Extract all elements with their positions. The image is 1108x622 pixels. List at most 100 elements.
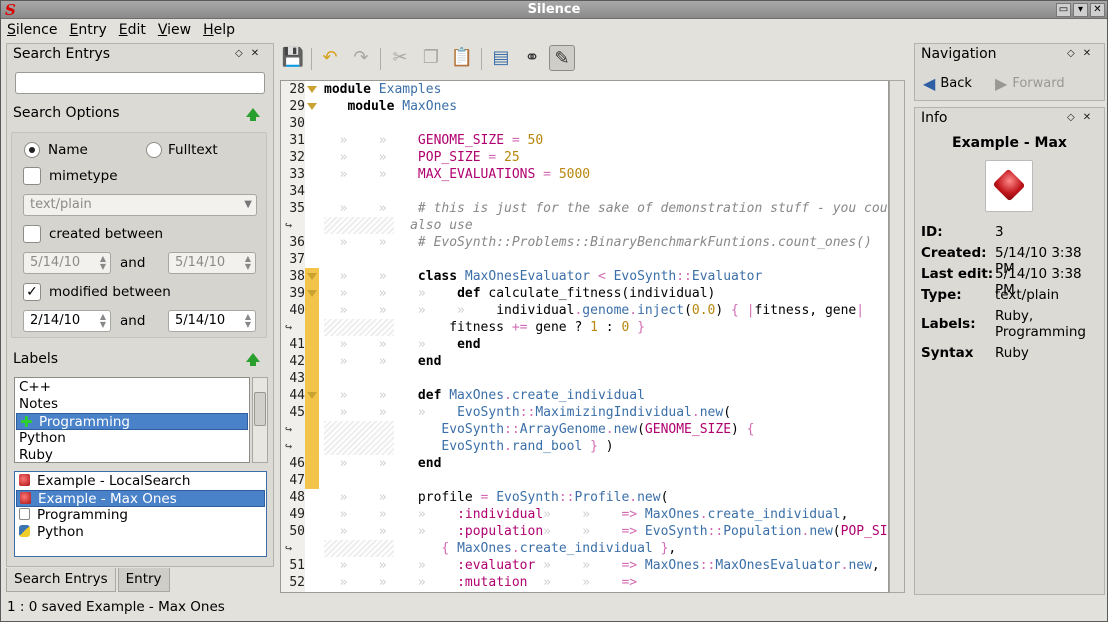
tab-entry[interactable]: Entry — [117, 568, 170, 592]
collapse-labels-icon[interactable] — [246, 353, 260, 366]
code-line[interactable]: » » » » individual.genome.inject(0.0) { … — [324, 303, 864, 318]
mimetype-checkbox[interactable] — [23, 167, 41, 185]
created-from-date[interactable]: 5/14/10 ▲ ▼ — [23, 252, 111, 274]
document-icon[interactable]: ▤ — [488, 45, 514, 71]
line-number: 47 — [289, 473, 305, 488]
list-item[interactable]: Notes — [16, 396, 248, 413]
info-value: Ruby, Programming — [995, 308, 1086, 340]
binoculars-icon[interactable]: ⚭ — [519, 45, 545, 71]
list-item[interactable]: Programming — [16, 507, 265, 524]
code-line[interactable]: » » » :individual» » => MaxOnes.create_i… — [324, 507, 849, 522]
undo-icon[interactable]: ↶ — [317, 45, 343, 71]
code-line[interactable]: » » GENOME_SIZE = 50 — [324, 133, 544, 148]
close-panel-icon[interactable]: ✕ — [251, 48, 267, 59]
fold-toggle-icon[interactable] — [307, 273, 317, 280]
list-item[interactable]: C++ — [16, 379, 248, 396]
back-button[interactable]: ◀ Back — [923, 74, 972, 93]
code-line[interactable]: » » end — [324, 354, 442, 369]
close-panel-icon[interactable]: ✕ — [1083, 112, 1099, 123]
fold-range-marker — [305, 268, 319, 370]
spin-arrows-icon[interactable]: ▲ ▼ — [100, 313, 106, 329]
wrap-indicator-icon: ↪ — [285, 422, 293, 436]
line-number: 34 — [289, 184, 305, 199]
code-line[interactable]: » » # EvoSynth::Problems::BinaryBenchmar… — [324, 235, 872, 250]
back-label: Back — [940, 76, 972, 91]
editor-scrollbar[interactable] — [889, 80, 905, 593]
close-window-button[interactable]: ✕ — [1090, 3, 1105, 17]
code-line[interactable]: » » » EvoSynth::MaximizingIndividual.new… — [324, 405, 731, 420]
code-line[interactable]: fitness += gene ? 1 : 0 } — [324, 320, 645, 335]
list-item-selected[interactable]: ✚ Programming — [16, 413, 248, 431]
created-between-checkbox[interactable] — [23, 225, 41, 243]
spin-arrows-icon[interactable]: ▲ ▼ — [100, 255, 106, 271]
maximize-window-button[interactable]: ▭ — [1056, 3, 1071, 17]
code-line[interactable]: EvoSynth.rand_bool } ) — [324, 439, 613, 454]
copy-icon[interactable]: ❐ — [418, 45, 444, 71]
code-line[interactable]: also use — [324, 218, 473, 233]
code-line[interactable]: module Examples — [324, 82, 441, 97]
float-panel-icon[interactable]: ◇ — [1067, 48, 1083, 59]
list-item[interactable]: Python — [16, 524, 265, 541]
close-panel-icon[interactable]: ✕ — [1083, 48, 1099, 59]
code-line[interactable]: » » MAX_EVALUATIONS = 5000 — [324, 167, 590, 182]
cut-icon[interactable]: ✂ — [387, 45, 413, 71]
code-line[interactable]: » » POP_SIZE = 25 — [324, 150, 520, 165]
list-item[interactable]: Python — [16, 430, 248, 447]
collapse-options-icon[interactable] — [246, 108, 260, 121]
fold-toggle-icon[interactable] — [307, 103, 317, 110]
code-line[interactable]: » » def MaxOnes.create_individual — [324, 388, 645, 403]
save-icon[interactable]: 💾 — [280, 45, 306, 71]
code-line[interactable]: EvoSynth::ArrayGenome.new(GENOME_SIZE) { — [324, 422, 754, 437]
fold-toggle-icon[interactable] — [307, 290, 317, 297]
mimetype-select[interactable]: text/plain ▼ — [23, 194, 257, 216]
forward-button[interactable]: ▶ Forward — [995, 74, 1065, 93]
title-bar[interactable]: S Silence ▭ ▾ ✕ — [1, 1, 1107, 19]
fulltext-radio[interactable] — [146, 142, 162, 158]
spin-arrows-icon[interactable]: ▲ ▼ — [245, 313, 251, 329]
float-panel-icon[interactable]: ◇ — [1067, 112, 1083, 123]
fold-toggle-icon[interactable] — [307, 86, 317, 93]
modified-between-label: modified between — [49, 284, 171, 300]
labels-scrollbar[interactable] — [252, 377, 268, 463]
code-line[interactable]: { MaxOnes.create_individual }, — [324, 541, 676, 556]
code-line[interactable]: » » » :evaluator » » => MaxOnes::MaxOnes… — [324, 558, 880, 573]
created-to-date[interactable]: 5/14/10 ▲ ▼ — [168, 252, 256, 274]
modified-to-date[interactable]: 5/14/10 ▲ ▼ — [168, 310, 256, 332]
list-item[interactable]: Example - LocalSearch — [16, 473, 265, 490]
menu-edit[interactable]: Edit — [113, 19, 152, 41]
redo-icon[interactable]: ↷ — [348, 45, 374, 71]
menu-entry[interactable]: Entry — [63, 19, 112, 41]
edit-icon[interactable]: ✎ — [549, 45, 575, 71]
line-number: 52 — [289, 575, 305, 590]
modified-from-date[interactable]: 2/14/10 ▲ ▼ — [23, 310, 111, 332]
modified-between-checkbox[interactable]: ✓ — [23, 283, 41, 301]
float-panel-icon[interactable]: ◇ — [235, 48, 251, 59]
code-line[interactable]: » » end — [324, 456, 442, 471]
line-number: 37 — [289, 252, 305, 267]
minimize-window-button[interactable]: ▾ — [1073, 3, 1088, 17]
list-item-selected[interactable]: Example - Max Ones — [16, 490, 265, 507]
code-line[interactable]: » » » :population» » => EvoSynth::Popula… — [324, 524, 888, 539]
fold-toggle-icon[interactable] — [307, 392, 317, 399]
code-line[interactable]: module MaxOnes — [324, 99, 457, 114]
code-editor[interactable]: 28 module Examples 29 module MaxOnes 30 31 »… — [280, 80, 889, 593]
code-line[interactable]: » » » end — [324, 337, 481, 352]
paste-icon[interactable]: 📋 — [449, 45, 475, 71]
search-input[interactable] — [15, 72, 265, 94]
menu-silence[interactable]: Silence — [1, 19, 63, 41]
info-row: ID: 3 — [921, 224, 1103, 240]
code-line[interactable]: » » » def calculate_fitness(individual) — [324, 286, 716, 301]
code-line[interactable]: » » # this is just for the sake of demon… — [324, 201, 888, 216]
code-line[interactable]: » » profile = EvoSynth::Profile.new( — [324, 490, 669, 505]
scrollbar-thumb[interactable] — [254, 392, 266, 426]
list-item-label: Programming — [37, 507, 128, 523]
name-radio[interactable] — [24, 142, 40, 158]
spin-arrows-icon[interactable]: ▲ ▼ — [245, 255, 251, 271]
dock-controls: ◇✕ — [1067, 48, 1099, 59]
tab-search-entrys[interactable]: Search Entrys — [6, 568, 116, 592]
menu-view[interactable]: View — [152, 19, 197, 41]
code-line[interactable]: » » class MaxOnesEvaluator < EvoSynth::E… — [324, 269, 763, 284]
list-item[interactable]: Ruby — [16, 447, 248, 464]
menu-help[interactable]: Help — [197, 19, 241, 41]
code-line[interactable]: » » » :mutation » » => — [324, 575, 637, 590]
